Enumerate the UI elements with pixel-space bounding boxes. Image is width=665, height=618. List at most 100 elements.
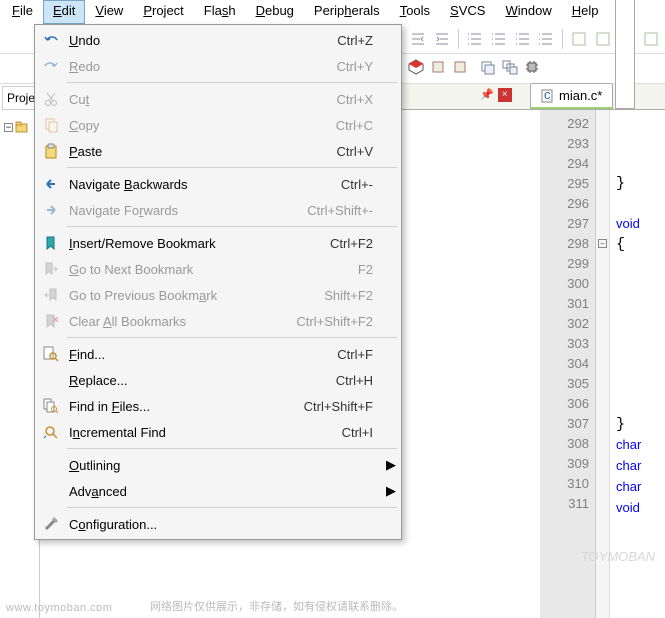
stack-icon[interactable] bbox=[480, 59, 496, 78]
copy-icon bbox=[37, 117, 65, 133]
menuitem-find-[interactable]: Find...Ctrl+F bbox=[37, 341, 399, 367]
nav-fwd-icon bbox=[37, 202, 65, 218]
build2-icon[interactable] bbox=[430, 59, 446, 78]
menuitem-shortcut: Ctrl+I bbox=[283, 425, 383, 440]
menuitem-outlining[interactable]: Outlining▶ bbox=[37, 452, 399, 478]
list4-icon[interactable] bbox=[537, 28, 557, 50]
menu-flash[interactable]: Flash bbox=[194, 0, 246, 24]
indent-right-icon[interactable] bbox=[432, 28, 452, 50]
menuitem-undo[interactable]: UndoCtrl+Z bbox=[37, 27, 399, 53]
menuitem-find-in-files-[interactable]: Find in Files...Ctrl+Shift+F bbox=[37, 393, 399, 419]
menuitem-paste[interactable]: PasteCtrl+V bbox=[37, 138, 399, 164]
menu-separator bbox=[67, 507, 397, 508]
menuitem-label: Undo bbox=[65, 33, 283, 48]
menu-separator bbox=[67, 82, 397, 83]
bookmark-prev-icon bbox=[37, 287, 65, 303]
menu-project[interactable]: Project bbox=[133, 0, 193, 24]
menu-debug[interactable]: Debug bbox=[246, 0, 304, 24]
menuitem-shortcut: Ctrl+F bbox=[283, 347, 383, 362]
list3-icon[interactable] bbox=[513, 28, 533, 50]
file-icon bbox=[620, 0, 665, 101]
menuitem-shortcut: Ctrl+X bbox=[283, 92, 383, 107]
menuitem-copy: CopyCtrl+C bbox=[37, 112, 399, 138]
menuitem-shortcut: Ctrl+Shift+F2 bbox=[283, 314, 383, 329]
menuitem-go-to-previous-bookmark: Go to Previous BookmarkShift+F2 bbox=[37, 282, 399, 308]
svg-text:c: c bbox=[544, 89, 551, 102]
watermark-site: www.toymoban.com bbox=[6, 602, 112, 614]
build-icon[interactable] bbox=[408, 59, 424, 78]
stack2-icon[interactable] bbox=[502, 59, 518, 78]
menuitem-shortcut: F2 bbox=[283, 262, 383, 277]
bookmark-clear-icon bbox=[37, 313, 65, 329]
fold-column: − bbox=[596, 110, 610, 618]
menuitem-cut: CutCtrl+X bbox=[37, 86, 399, 112]
box1-icon[interactable] bbox=[569, 28, 589, 50]
tab-partial[interactable] bbox=[615, 0, 635, 109]
indent-left-icon[interactable] bbox=[408, 28, 428, 50]
list1-icon[interactable] bbox=[465, 28, 485, 50]
menu-tools[interactable]: Tools bbox=[390, 0, 440, 24]
menuitem-label: Paste bbox=[65, 144, 283, 159]
menuitem-label: Find... bbox=[65, 347, 283, 362]
list2-icon[interactable] bbox=[489, 28, 509, 50]
menu-edit[interactable]: Edit bbox=[43, 0, 85, 24]
chip-icon[interactable] bbox=[524, 59, 540, 78]
menuitem-label: Advanced bbox=[65, 484, 283, 499]
find-files-icon bbox=[37, 398, 65, 414]
menuitem-go-to-next-bookmark: Go to Next BookmarkF2 bbox=[37, 256, 399, 282]
menu-peripherals[interactable]: Peripherals bbox=[304, 0, 390, 24]
menuitem-advanced[interactable]: Advanced ▶ bbox=[37, 478, 399, 504]
menu-separator bbox=[67, 226, 397, 227]
tab-mian-c[interactable]: c mian.c* bbox=[530, 83, 613, 109]
menuitem-redo: RedoCtrl+Y bbox=[37, 53, 399, 79]
tree-minus-icon[interactable]: − bbox=[4, 123, 13, 132]
menuitem-shortcut: Ctrl+H bbox=[283, 373, 383, 388]
menuitem-label: Incremental Find bbox=[65, 425, 283, 440]
menu-svcs[interactable]: SVCS bbox=[440, 0, 495, 24]
menuitem-navigate-forwards: Navigate ForwardsCtrl+Shift+- bbox=[37, 197, 399, 223]
menuitem-navigate-backwards[interactable]: Navigate BackwardsCtrl+- bbox=[37, 171, 399, 197]
undo-icon bbox=[37, 32, 65, 48]
menuitem-label: Cut bbox=[65, 92, 283, 107]
pin-icon[interactable]: 📌 bbox=[480, 88, 494, 102]
cut-icon bbox=[37, 91, 65, 107]
menuitem-label: Copy bbox=[65, 118, 283, 133]
code-content[interactable]: } } void { A T T T T B B T } char char c… bbox=[610, 110, 665, 618]
menu-help[interactable]: Help bbox=[562, 0, 609, 24]
menuitem-replace-[interactable]: Replace...Ctrl+H bbox=[37, 367, 399, 393]
menuitem-label: Navigate Backwards bbox=[65, 177, 283, 192]
redo-icon bbox=[37, 58, 65, 74]
edit-menu-dropdown: UndoCtrl+ZRedoCtrl+YCutCtrl+XCopyCtrl+CP… bbox=[34, 24, 402, 540]
menuitem-label: Redo bbox=[65, 59, 283, 74]
menuitem-label: Clear All Bookmarks bbox=[65, 314, 283, 329]
menuitem-configuration-[interactable]: Configuration... bbox=[37, 511, 399, 537]
menuitem-label: Insert/Remove Bookmark bbox=[65, 236, 283, 251]
watermark-note: 网络图片仅供展示，非存储，如有侵权请联系删除。 bbox=[150, 598, 403, 614]
menuitem-insert-remove-bookmark[interactable]: Insert/Remove BookmarkCtrl+F2 bbox=[37, 230, 399, 256]
menuitem-shortcut: Ctrl+Shift+- bbox=[283, 203, 383, 218]
paste-icon bbox=[37, 143, 65, 159]
menuitem-shortcut: Ctrl+F2 bbox=[283, 236, 383, 251]
menuitem-label: Outlining bbox=[65, 458, 283, 473]
menubar: FileEditViewProjectFlashDebugPeripherals… bbox=[0, 0, 665, 24]
config-icon bbox=[37, 516, 65, 532]
menuitem-shortcut: Ctrl+Y bbox=[283, 59, 383, 74]
close-icon[interactable]: × bbox=[498, 88, 512, 102]
box2-icon[interactable] bbox=[593, 28, 613, 50]
fold-toggle-icon[interactable]: − bbox=[598, 239, 607, 248]
bookmark-next-icon bbox=[37, 261, 65, 277]
project-tab[interactable]: Projec bbox=[2, 86, 37, 110]
submenu-arrow-icon: ▶ bbox=[383, 483, 399, 499]
menuitem-label: Configuration... bbox=[65, 517, 283, 532]
menu-file[interactable]: File bbox=[2, 0, 43, 24]
build3-icon[interactable] bbox=[452, 59, 468, 78]
menuitem-shortcut: Ctrl+- bbox=[283, 177, 383, 192]
menuitem-incremental-find[interactable]: Incremental FindCtrl+I bbox=[37, 419, 399, 445]
c-file-icon: c bbox=[541, 89, 555, 103]
menu-window[interactable]: Window bbox=[495, 0, 561, 24]
menu-separator bbox=[67, 448, 397, 449]
line-gutter: 2922932942952962972982993003013023033043… bbox=[540, 110, 596, 618]
menu-view[interactable]: View bbox=[85, 0, 133, 24]
nav-back-icon bbox=[37, 176, 65, 192]
inc-find-icon bbox=[37, 424, 65, 440]
